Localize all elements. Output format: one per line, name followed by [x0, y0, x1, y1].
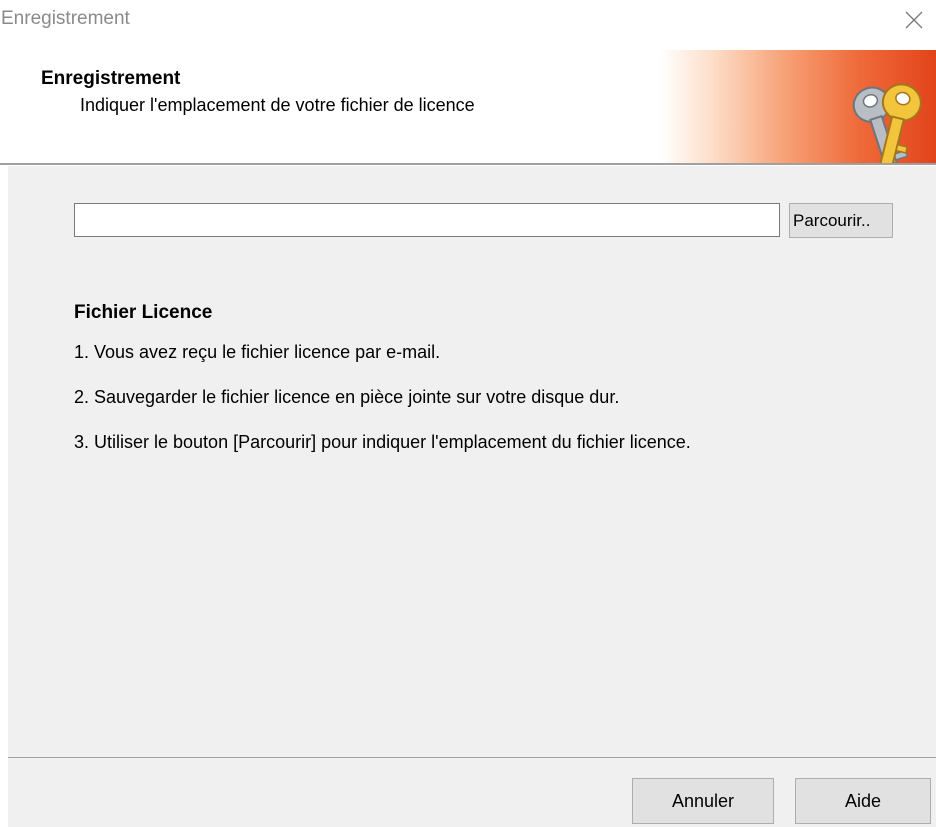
header-subtitle: Indiquer l'emplacement de votre fichier …	[80, 95, 475, 115]
instruction-step: 3. Utiliser le bouton [Parcourir] pour i…	[74, 432, 691, 452]
title-bar: Enregistrement	[0, 0, 936, 40]
instruction-step: 2. Sauvegarder le fichier licence en piè…	[74, 387, 620, 407]
wizard-body: Parcourir.. Fichier Licence 1. Vous avez…	[8, 166, 936, 758]
license-section-title: Fichier Licence	[74, 302, 213, 323]
keys-icon	[846, 78, 930, 163]
close-icon[interactable]	[902, 8, 926, 32]
cancel-button[interactable]: Annuler	[632, 778, 774, 824]
license-path-input[interactable]	[74, 203, 780, 237]
window-title: Enregistrement	[1, 8, 130, 29]
wizard-header: Enregistrement Indiquer l'emplacement de…	[0, 40, 936, 163]
instruction-step: 1. Vous avez reçu le fichier licence par…	[74, 342, 441, 362]
wizard-footer: Annuler Aide	[8, 758, 936, 827]
header-title: Enregistrement	[41, 68, 181, 89]
help-button[interactable]: Aide	[795, 778, 931, 824]
browse-button[interactable]: Parcourir..	[789, 203, 893, 238]
browse-button-label: Parcourir..	[793, 210, 871, 230]
